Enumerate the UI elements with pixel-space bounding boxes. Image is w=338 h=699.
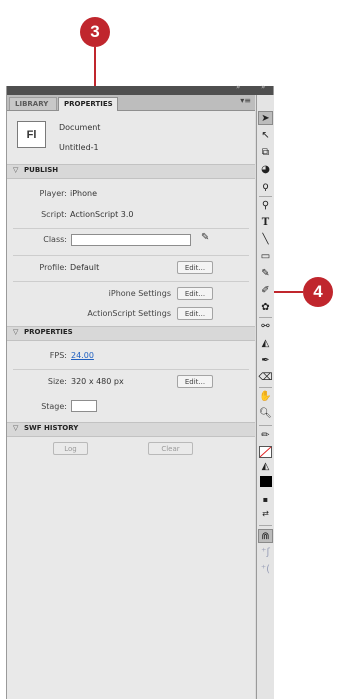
callout-4: 4: [303, 277, 333, 307]
eraser-tool-icon[interactable]: ⌫: [258, 371, 273, 385]
divider: [13, 255, 249, 256]
brush-tool-icon[interactable]: ✐: [258, 284, 273, 298]
panel-title-strip: » »: [7, 83, 273, 95]
collapse-panel-icon[interactable]: »: [236, 83, 240, 91]
smooth-option-icon[interactable]: ⁺ʃ: [258, 546, 273, 560]
iphone-settings-label: iPhone Settings: [108, 289, 171, 298]
actionscript-settings-edit-button[interactable]: Edit...: [177, 307, 213, 320]
tab-library[interactable]: LIBRARY: [9, 97, 57, 110]
divider: [13, 228, 249, 229]
divider: [259, 425, 272, 426]
bone-tool-icon[interactable]: ⚯: [258, 320, 273, 334]
divider: [259, 317, 272, 318]
fill-bucket-icon[interactable]: ◭: [258, 460, 273, 474]
log-button[interactable]: Log: [53, 442, 88, 455]
document-name: Untitled-1: [59, 143, 99, 152]
subselection-tool-icon[interactable]: ↖: [258, 129, 273, 143]
swap-colors-icon[interactable]: ⇄: [258, 507, 273, 521]
properties-section-title: PROPERTIES: [24, 328, 73, 336]
hand-tool-icon[interactable]: ✋: [258, 390, 273, 404]
profile-label: Profile:: [39, 263, 67, 272]
class-label: Class:: [43, 235, 67, 244]
stroke-color-swatch[interactable]: [258, 444, 273, 458]
text-tool-icon[interactable]: T: [258, 216, 273, 230]
eyedropper-tool-icon[interactable]: ✒: [258, 354, 273, 368]
tools-panel: ➤ ↖ ⧉ ◕ ϙ ⚲ T ╲ ▭ ✎ ✐ ✿ ⚯ ◭ ✒ ⌫ ✋ 🔍︎ ✏ ◭…: [256, 95, 274, 699]
player-value: iPhone: [70, 189, 98, 198]
fps-value[interactable]: 24.00: [71, 351, 94, 360]
default-colors-icon[interactable]: ▪: [258, 493, 273, 507]
publish-section-header[interactable]: ▽ PUBLISH: [7, 164, 255, 179]
divider: [13, 369, 249, 370]
stage-color-swatch[interactable]: [71, 400, 97, 412]
size-edit-button[interactable]: Edit...: [177, 375, 213, 388]
divider: [259, 525, 272, 526]
selection-tool-icon[interactable]: ➤: [258, 111, 273, 125]
profile-value: Default: [70, 263, 100, 272]
properties-panel: Fl Document Untitled-1 ▽ PUBLISH Player:…: [7, 111, 255, 699]
publish-section-title: PUBLISH: [24, 166, 59, 174]
tab-properties[interactable]: PROPERTIES: [58, 97, 118, 111]
collapse-triangle-icon[interactable]: ▽: [13, 328, 18, 336]
edit-class-pencil-icon[interactable]: ✎: [201, 232, 209, 243]
rectangle-tool-icon[interactable]: ▭: [258, 250, 273, 264]
stroke-color-pencil-icon[interactable]: ✏: [258, 429, 273, 443]
properties-section-header[interactable]: ▽ PROPERTIES: [7, 326, 255, 341]
class-input[interactable]: [71, 234, 191, 246]
fps-label: FPS:: [49, 351, 67, 360]
pencil-tool-icon[interactable]: ✎: [258, 267, 273, 281]
iphone-settings-edit-button[interactable]: Edit...: [177, 287, 213, 300]
size-value: 320 x 480 px: [71, 377, 124, 386]
divider: [259, 196, 272, 197]
pen-tool-icon[interactable]: ⚲: [258, 199, 273, 213]
collapse-triangle-icon[interactable]: ▽: [13, 166, 18, 174]
clear-button[interactable]: Clear: [148, 442, 193, 455]
document-type-label: Document: [59, 123, 101, 132]
collapse-triangle-icon[interactable]: ▽: [13, 424, 18, 432]
divider: [259, 387, 272, 388]
snap-to-objects-icon[interactable]: ⋒: [258, 529, 273, 543]
paint-bucket-tool-icon[interactable]: ◭: [258, 337, 273, 351]
swf-history-section-title: SWF HISTORY: [24, 424, 79, 432]
document-icon: Fl: [17, 121, 46, 148]
3d-rotation-tool-icon[interactable]: ◕: [258, 163, 273, 177]
size-label: Size:: [47, 377, 67, 386]
actionscript-settings-label: ActionScript Settings: [87, 309, 171, 318]
fill-color-swatch[interactable]: [258, 475, 273, 489]
script-label: Script:: [41, 210, 67, 219]
line-tool-icon[interactable]: ╲: [258, 233, 273, 247]
swf-history-section-header[interactable]: ▽ SWF HISTORY: [7, 422, 255, 437]
callout-3: 3: [80, 17, 110, 47]
lasso-tool-icon[interactable]: ϙ: [258, 180, 273, 194]
player-label: Player:: [39, 189, 67, 198]
stage-label: Stage:: [41, 402, 67, 411]
deco-tool-icon[interactable]: ✿: [258, 301, 273, 315]
properties-panel-window: » » LIBRARY PROPERTIES ▾≡ Fl Document Un…: [6, 83, 274, 699]
collapse-toolbar-icon[interactable]: »: [261, 83, 265, 91]
straighten-option-icon[interactable]: ⁺(: [258, 563, 273, 577]
zoom-tool-icon[interactable]: 🔍︎: [258, 407, 273, 421]
profile-edit-button[interactable]: Edit...: [177, 261, 213, 274]
panel-tab-bar: LIBRARY PROPERTIES ▾≡: [7, 95, 255, 111]
script-value: ActionScript 3.0: [70, 210, 134, 219]
divider: [13, 281, 249, 282]
free-transform-tool-icon[interactable]: ⧉: [258, 146, 273, 160]
panel-menu-icon[interactable]: ▾≡: [240, 96, 251, 105]
